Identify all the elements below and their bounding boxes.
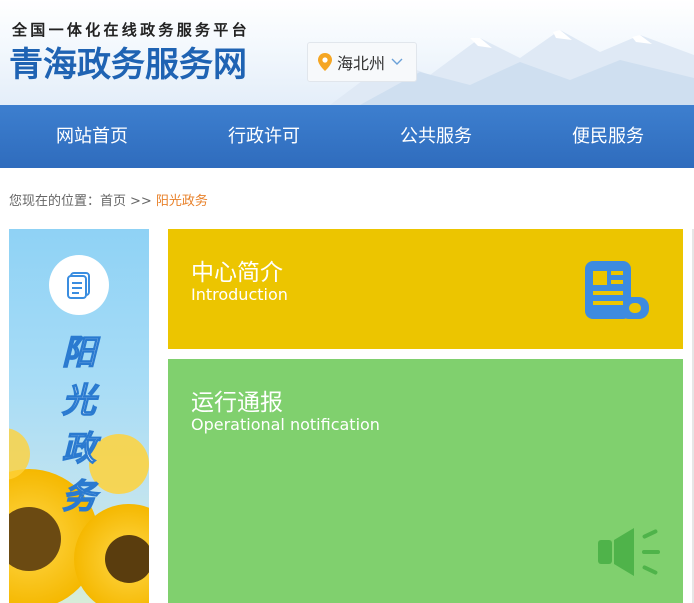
breadcrumb-home-link[interactable]: 首页 — [100, 194, 126, 209]
card-subtitle: Operational notification — [191, 415, 380, 434]
operational-notice-card[interactable]: 运行通报 Operational notification — [168, 359, 683, 603]
site-header: 全国一体化在线政务服务平台 青海政务服务网 海北州 — [0, 0, 694, 105]
center-intro-card[interactable]: 中心简介 Introduction — [168, 229, 683, 349]
banner-title: 阳 光 政 务 — [57, 329, 101, 521]
nav-item-home[interactable]: 网站首页 — [56, 105, 128, 168]
platform-slogan: 全国一体化在线政务服务平台 — [12, 21, 250, 39]
breadcrumb: 您现在的位置：首页 >> 阳光政务 — [9, 190, 208, 209]
sunshine-gov-banner: 阳 光 政 务 — [9, 229, 149, 603]
chevron-down-icon — [391, 58, 403, 65]
banner-char: 政 — [61, 428, 96, 469]
document-icon-circle — [49, 255, 109, 315]
nav-item-public-service[interactable]: 公共服务 — [400, 105, 472, 168]
region-label: 海北州 — [337, 54, 386, 73]
banner-char: 务 — [61, 476, 96, 517]
card-title: 运行通报 — [191, 390, 283, 416]
region-selector[interactable]: 海北州 — [307, 42, 417, 82]
site-title[interactable]: 青海政务服务网 — [9, 45, 247, 85]
breadcrumb-separator: >> — [130, 194, 152, 209]
card-title: 中心简介 — [191, 260, 283, 286]
card-subtitle: Introduction — [191, 285, 288, 304]
speaker-icon — [598, 528, 660, 576]
breadcrumb-current: 阳光政务 — [155, 194, 208, 209]
banner-char: 光 — [61, 380, 96, 421]
banner-char: 阳 — [61, 332, 96, 373]
document-icon — [67, 272, 90, 299]
nav-item-admin-permit[interactable]: 行政许可 — [228, 105, 300, 168]
newspaper-icon — [585, 261, 649, 319]
breadcrumb-prefix: 您现在的位置： — [9, 194, 101, 209]
location-pin-icon — [318, 53, 332, 71]
main-nav: 网站首页 行政许可 公共服务 便民服务 — [0, 105, 694, 168]
nav-item-convenience-service[interactable]: 便民服务 — [572, 105, 644, 168]
